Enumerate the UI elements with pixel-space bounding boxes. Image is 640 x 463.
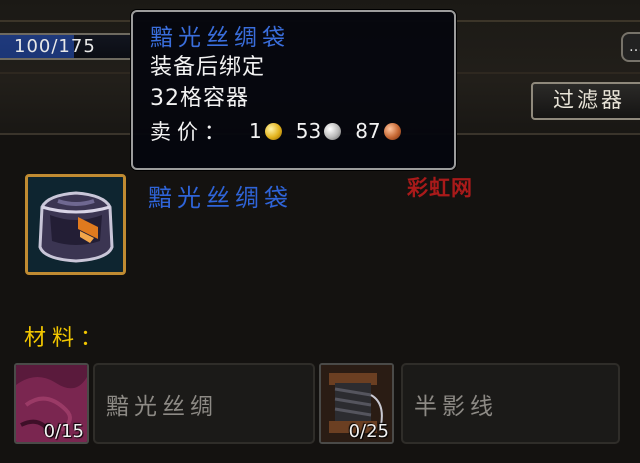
speech-bubble-icon[interactable]: …: [621, 32, 640, 62]
reagent-slot-2[interactable]: 半影线: [401, 363, 620, 444]
tooltip-sell-price: 卖价： 1 53 87: [150, 114, 454, 148]
reagent-count: 0/15: [43, 421, 84, 442]
purple-bag-icon[interactable]: [25, 174, 126, 275]
skill-progress-bar: 100/175: [0, 33, 132, 60]
tooltip-bind-text: 装备后绑定: [150, 55, 266, 80]
materials-heading: 材料：: [24, 326, 109, 351]
silver-amount: 53: [295, 119, 322, 143]
thread-spool-icon[interactable]: 0/25: [319, 363, 394, 444]
gold-amount: 1: [249, 119, 262, 143]
sell-price-label: 卖价：: [150, 120, 231, 144]
copper-coin-icon: [383, 122, 401, 140]
reagent-name: 黯光丝绸: [106, 394, 218, 420]
silver-coin-icon: [324, 122, 342, 140]
reagent-slot-1[interactable]: 黯光丝绸: [93, 363, 315, 444]
tooltip-container-text: 32格容器: [150, 86, 249, 111]
tooltip-title: 黯光丝绸袋: [150, 25, 290, 51]
watermark: 彩虹网: [407, 176, 473, 200]
reagent-count: 0/25: [348, 421, 389, 442]
skill-progress-text: 100/175: [14, 36, 96, 57]
item-tooltip: 黯光丝绸袋 装备后绑定 32格容器 卖价： 1 53 87: [131, 10, 456, 170]
crafted-item-name: 黯光丝绸袋: [148, 184, 293, 212]
filter-button[interactable]: 过滤器: [531, 82, 640, 120]
reagent-name: 半影线: [414, 394, 498, 420]
purple-silk-icon[interactable]: 0/15: [14, 363, 89, 444]
copper-amount: 87: [355, 119, 381, 143]
gold-coin-icon: [264, 122, 282, 140]
